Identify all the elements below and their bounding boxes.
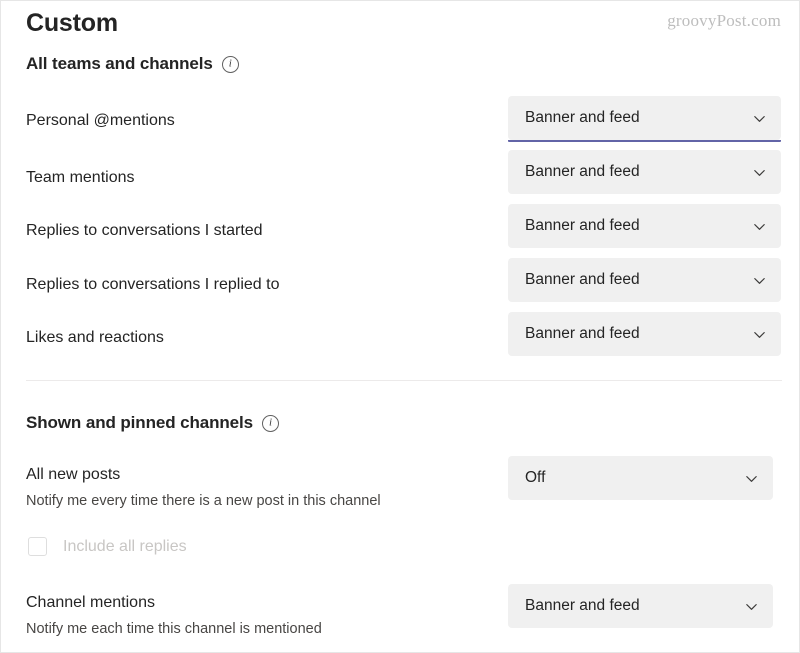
section-header-all-teams-and-channels: All teams and channels i	[26, 54, 239, 74]
setting-label-team-mentions: Team mentions	[26, 169, 135, 186]
dropdown-replies-replied[interactable]: Banner and feed	[508, 258, 781, 302]
setting-label-channel-mentions: Channel mentions	[26, 594, 155, 611]
section-header-shown-and-pinned-channels: Shown and pinned channels i	[26, 413, 280, 433]
dropdown-value: Off	[525, 469, 546, 486]
notification-settings-panel: groovyPost.com Custom All teams and chan…	[0, 0, 800, 653]
chevron-down-icon	[754, 223, 765, 230]
dropdown-team-mentions[interactable]: Banner and feed	[508, 150, 781, 194]
dropdown-value: Banner and feed	[525, 271, 640, 288]
section-divider	[26, 380, 782, 381]
checkbox-include-all-replies[interactable]: Include all replies	[28, 537, 187, 556]
section-title: All teams and channels	[26, 54, 213, 73]
site-watermark: groovyPost.com	[667, 11, 781, 30]
dropdown-likes-reactions[interactable]: Banner and feed	[508, 312, 781, 356]
section-title: Shown and pinned channels	[26, 413, 254, 432]
dropdown-all-new-posts[interactable]: Off	[508, 456, 773, 500]
dropdown-value: Banner and feed	[525, 109, 640, 126]
page-title: Custom	[26, 9, 118, 37]
setting-label-all-new-posts: All new posts	[26, 466, 121, 483]
chevron-down-icon	[754, 277, 765, 284]
chevron-down-icon	[754, 331, 765, 338]
chevron-down-icon	[746, 475, 757, 482]
setting-label-personal-mentions: Personal @mentions	[26, 112, 175, 129]
dropdown-replies-started[interactable]: Banner and feed	[508, 204, 781, 248]
setting-description-all-new-posts: Notify me every time there is a new post…	[26, 493, 381, 509]
setting-label-likes-reactions: Likes and reactions	[26, 329, 164, 346]
dropdown-personal-mentions[interactable]: Banner and feed	[508, 96, 781, 142]
setting-description-channel-mentions: Notify me each time this channel is ment…	[26, 621, 322, 637]
chevron-down-icon	[754, 115, 765, 122]
chevron-down-icon	[754, 169, 765, 176]
dropdown-value: Banner and feed	[525, 597, 640, 614]
checkbox-label: Include all replies	[63, 537, 187, 555]
setting-label-replies-replied: Replies to conversations I replied to	[26, 276, 280, 293]
checkbox-box-icon[interactable]	[28, 537, 47, 556]
dropdown-value: Banner and feed	[525, 217, 640, 234]
info-circle-icon[interactable]: i	[262, 414, 280, 432]
dropdown-channel-mentions[interactable]: Banner and feed	[508, 584, 773, 628]
chevron-down-icon	[746, 603, 757, 610]
dropdown-value: Banner and feed	[525, 163, 640, 180]
info-circle-icon[interactable]: i	[221, 55, 239, 73]
setting-label-replies-started: Replies to conversations I started	[26, 222, 263, 239]
dropdown-value: Banner and feed	[525, 325, 640, 342]
